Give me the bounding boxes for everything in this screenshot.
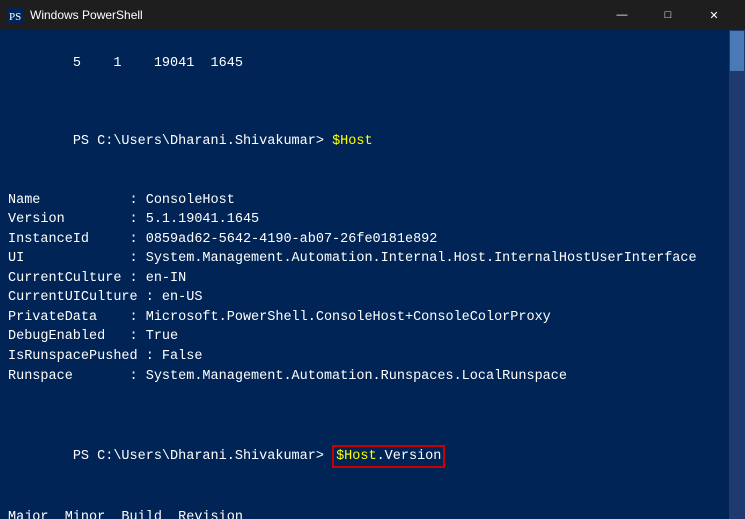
window-controls: — □ ✕ bbox=[599, 0, 737, 30]
terminal-output: 5 1 19041 1645 PS C:\Users\Dharani.Shiva… bbox=[8, 34, 737, 519]
prop-instanceid: InstanceId : 0859ad62-5642-4190-ab07-26f… bbox=[8, 230, 719, 250]
blank-line-4 bbox=[8, 406, 719, 426]
prop-version: Version : 5.1.19041.1645 bbox=[8, 210, 719, 230]
prop-runspace: Runspace : System.Management.Automation.… bbox=[8, 367, 719, 387]
scrollbar[interactable] bbox=[729, 30, 745, 519]
blank-line-3 bbox=[8, 386, 719, 406]
prop-ui: UI : System.Management.Automation.Intern… bbox=[8, 249, 719, 269]
prop-privatedata: PrivateData : Microsoft.PowerShell.Conso… bbox=[8, 308, 719, 328]
prompt-1: PS C:\Users\Dharani.Shivakumar> bbox=[73, 134, 332, 149]
prop-name: Name : ConsoleHost bbox=[8, 191, 719, 211]
window-title: Windows PowerShell bbox=[30, 8, 599, 22]
svg-text:PS: PS bbox=[9, 11, 21, 23]
scrollbar-thumb[interactable] bbox=[730, 31, 744, 71]
host-cmd: $Host bbox=[332, 134, 373, 149]
blank-line-5 bbox=[8, 488, 719, 508]
powershell-icon: PS bbox=[8, 7, 24, 23]
prop-uiculture: CurrentUICulture : en-US bbox=[8, 288, 719, 308]
dot-version: .Version bbox=[377, 449, 442, 464]
host-version-highlighted: $Host.Version bbox=[332, 445, 445, 469]
title-bar: PS Windows PowerShell — □ ✕ bbox=[0, 0, 745, 30]
prop-isrunspace: IsRunspacePushed : False bbox=[8, 347, 719, 367]
powershell-window: PS Windows PowerShell — □ ✕ 5 1 19041 16… bbox=[0, 0, 745, 519]
blank-line-1 bbox=[8, 93, 719, 113]
initial-version-line: 5 1 19041 1645 bbox=[8, 34, 719, 93]
prop-debugenabled: DebugEnabled : True bbox=[8, 327, 719, 347]
dollar-host: $Host bbox=[336, 449, 377, 464]
prompt-2: PS C:\Users\Dharani.Shivakumar> bbox=[73, 449, 332, 464]
prop-culture: CurrentCulture : en-IN bbox=[8, 269, 719, 289]
host-command-line: PS C:\Users\Dharani.Shivakumar> $Host bbox=[8, 112, 719, 171]
minimize-button[interactable]: — bbox=[599, 0, 645, 30]
maximize-button[interactable]: □ bbox=[645, 0, 691, 30]
terminal-area[interactable]: 5 1 19041 1645 PS C:\Users\Dharani.Shiva… bbox=[0, 30, 745, 519]
blank-line-2 bbox=[8, 171, 719, 191]
host-version-command-line: PS C:\Users\Dharani.Shivakumar> $Host.Ve… bbox=[8, 425, 719, 488]
column-headers: Major Minor Build Revision bbox=[8, 508, 719, 519]
close-button[interactable]: ✕ bbox=[691, 0, 737, 30]
init-version-text: 5 1 19041 1645 bbox=[73, 56, 243, 71]
